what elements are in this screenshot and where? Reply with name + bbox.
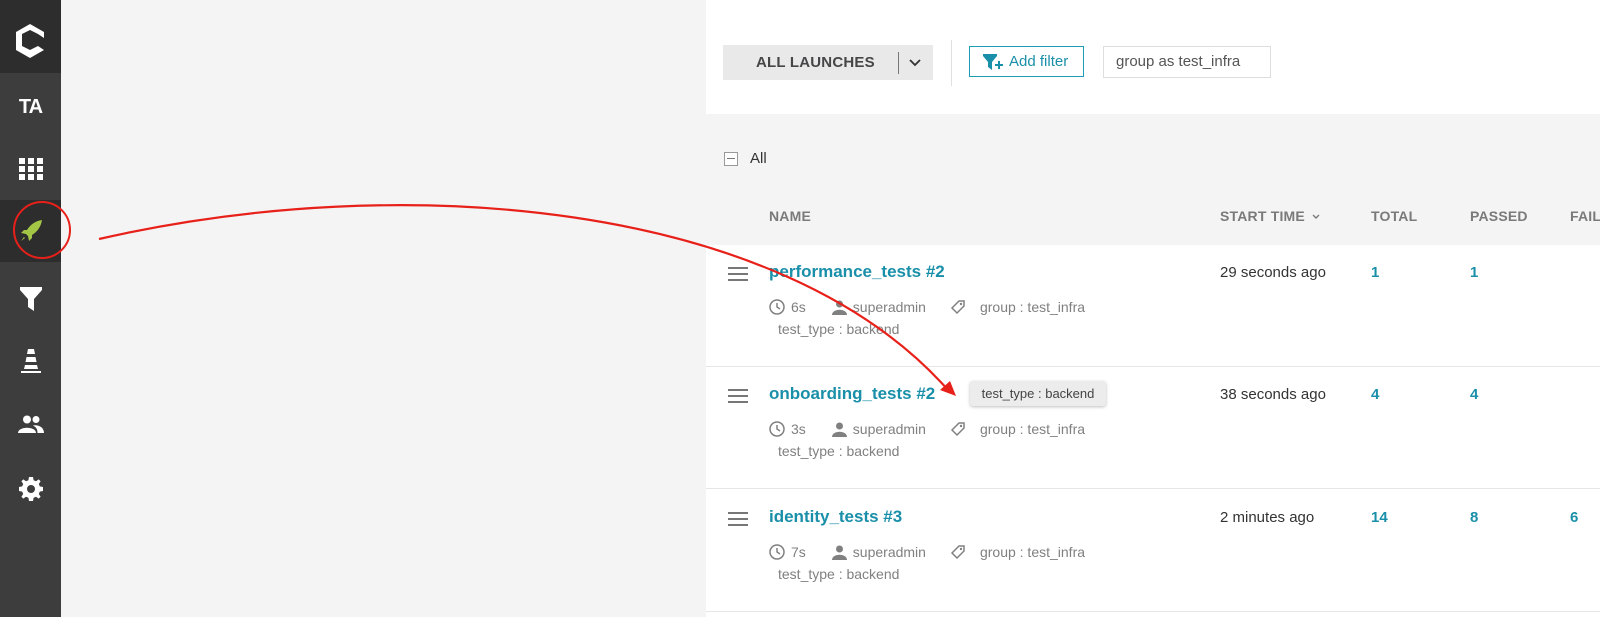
rocket-icon bbox=[20, 220, 42, 241]
table-row[interactable]: identity_tests #3 7s superadmin group : … bbox=[706, 490, 1600, 612]
add-filter-label: Add filter bbox=[1009, 53, 1069, 70]
row-menu-icon[interactable] bbox=[728, 267, 748, 281]
members-icon bbox=[17, 415, 44, 433]
column-header-name[interactable]: NAME bbox=[769, 208, 811, 224]
row-menu-icon[interactable] bbox=[728, 389, 748, 403]
launch-name-link[interactable]: identity_tests #3 bbox=[769, 507, 902, 527]
tag-icon bbox=[950, 300, 965, 315]
sidebar-item-members[interactable] bbox=[0, 393, 61, 455]
passed-count[interactable]: 8 bbox=[1470, 509, 1478, 526]
launch-duration: 7s bbox=[791, 544, 806, 560]
clock-icon bbox=[769, 544, 785, 560]
filter-icon bbox=[19, 287, 42, 311]
column-header-start-time[interactable]: START TIME bbox=[1220, 208, 1321, 224]
column-header-total[interactable]: TOTAL bbox=[1371, 208, 1417, 224]
clock-icon bbox=[769, 421, 785, 437]
toolbar-divider bbox=[951, 40, 952, 86]
attribute-group[interactable]: group : test_infra bbox=[980, 299, 1085, 315]
total-count[interactable]: 14 bbox=[1371, 509, 1388, 526]
add-filter-icon bbox=[983, 53, 1003, 70]
sidebar-item-dashboards[interactable] bbox=[0, 138, 61, 200]
sidebar-item-launches[interactable] bbox=[0, 200, 61, 262]
passed-count[interactable]: 1 bbox=[1470, 264, 1478, 281]
column-header-passed[interactable]: PASSED bbox=[1470, 208, 1528, 224]
select-divider bbox=[898, 52, 899, 74]
filter-chip[interactable]: group as test_infra bbox=[1103, 46, 1271, 78]
attribute-test-type[interactable]: test_type : backend bbox=[778, 566, 899, 582]
launch-name-link[interactable]: onboarding_tests #2 bbox=[769, 384, 935, 404]
row-menu-icon[interactable] bbox=[728, 512, 748, 526]
launch-start-time: 38 seconds ago bbox=[1220, 386, 1326, 403]
column-header-start-time-label: START TIME bbox=[1220, 208, 1305, 224]
sidebar: TA bbox=[0, 0, 61, 617]
launch-meta: 7s superadmin group : test_infra bbox=[769, 544, 1085, 560]
sort-down-icon bbox=[1312, 214, 1320, 220]
project-selector[interactable]: TA bbox=[0, 76, 61, 138]
launches-select[interactable]: ALL LAUNCHES bbox=[723, 45, 933, 80]
launch-start-time: 2 minutes ago bbox=[1220, 509, 1315, 526]
add-filter-button[interactable]: Add filter bbox=[969, 46, 1084, 77]
launch-owner[interactable]: superadmin bbox=[853, 299, 926, 315]
table-header-area bbox=[706, 114, 1600, 245]
launches-select-label: ALL LAUNCHES bbox=[756, 54, 875, 71]
column-header-failed[interactable]: FAIL bbox=[1570, 208, 1600, 224]
settings-gear-icon bbox=[18, 477, 43, 501]
dashboard-grid-icon bbox=[18, 158, 43, 180]
launch-owner[interactable]: superadmin bbox=[853, 421, 926, 437]
sidebar-item-filters[interactable] bbox=[0, 268, 61, 330]
clock-icon bbox=[769, 299, 785, 315]
sidebar-item-debug[interactable] bbox=[0, 330, 61, 392]
chevron-down-icon[interactable] bbox=[905, 53, 925, 73]
project-initials: TA bbox=[18, 95, 43, 118]
total-count[interactable]: 1 bbox=[1371, 264, 1379, 281]
table-row[interactable]: performance_tests #2 6s superadmin group… bbox=[706, 245, 1600, 367]
select-all-checkbox[interactable] bbox=[724, 152, 738, 166]
sidebar-item-settings[interactable] bbox=[0, 458, 61, 520]
user-icon bbox=[831, 545, 847, 560]
launch-owner[interactable]: superadmin bbox=[853, 544, 926, 560]
total-count[interactable]: 4 bbox=[1371, 386, 1379, 403]
logo[interactable] bbox=[0, 0, 61, 73]
launch-duration: 6s bbox=[791, 299, 806, 315]
attribute-group[interactable]: group : test_infra bbox=[980, 544, 1085, 560]
user-icon bbox=[831, 300, 847, 315]
attribute-test-type[interactable]: test_type : backend bbox=[778, 321, 899, 337]
launch-meta: 3s superadmin group : test_infra bbox=[769, 421, 1085, 437]
user-icon bbox=[831, 422, 847, 437]
launch-name-link[interactable]: performance_tests #2 bbox=[769, 262, 945, 282]
launch-meta: 6s superadmin group : test_infra bbox=[769, 299, 1085, 315]
tag-icon bbox=[950, 545, 965, 560]
attribute-test-type[interactable]: test_type : backend bbox=[778, 443, 899, 459]
debug-cone-icon bbox=[20, 349, 41, 373]
failed-count[interactable]: 6 bbox=[1570, 509, 1578, 526]
passed-count[interactable]: 4 bbox=[1470, 386, 1478, 403]
app-logo-icon bbox=[16, 24, 44, 58]
attribute-tooltip: test_type : backend bbox=[970, 381, 1106, 406]
launch-duration: 3s bbox=[791, 421, 806, 437]
select-all-label: All bbox=[750, 150, 767, 167]
attribute-group[interactable]: group : test_infra bbox=[980, 421, 1085, 437]
launch-start-time: 29 seconds ago bbox=[1220, 264, 1326, 281]
table-row[interactable]: onboarding_tests #2 3s superadmin group … bbox=[706, 367, 1600, 489]
tag-icon bbox=[950, 422, 965, 437]
